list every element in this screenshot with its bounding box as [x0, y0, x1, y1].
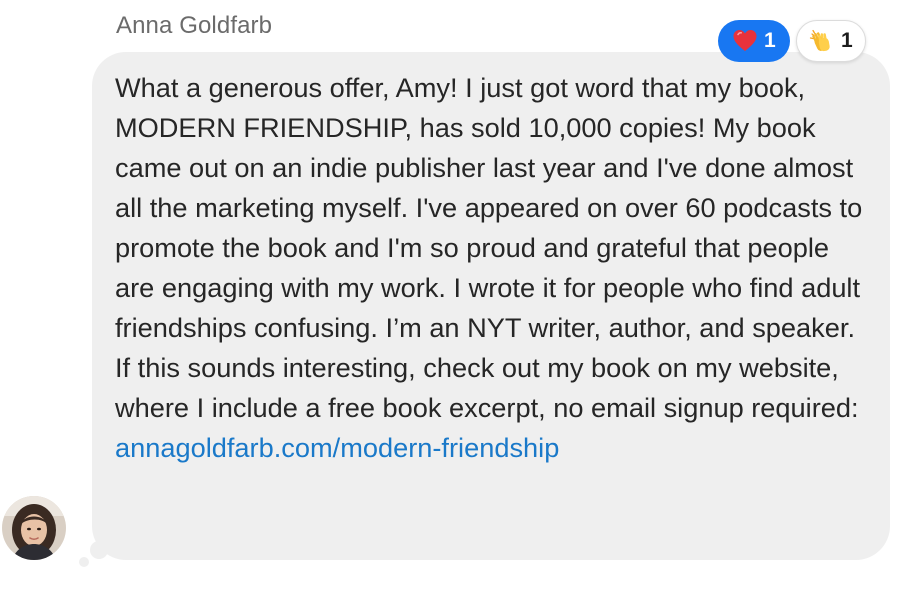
message-text: What a generous offer, Amy! I just got w…: [115, 72, 863, 423]
message-bubble[interactable]: What a generous offer, Amy! I just got w…: [92, 52, 890, 560]
heart-reaction[interactable]: 1: [718, 20, 790, 62]
clap-reaction-count: 1: [841, 29, 853, 52]
clapping-hands-icon: [809, 28, 835, 54]
heart-icon: [732, 28, 758, 54]
message-link[interactable]: annagoldfarb.com/modern-friendship: [115, 428, 866, 468]
avatar[interactable]: [2, 496, 66, 560]
sender-name[interactable]: Anna Goldfarb: [116, 12, 272, 40]
chat-message: Anna Goldfarb What a generous offer, Amy…: [0, 0, 920, 592]
heart-reaction-count: 1: [764, 29, 776, 52]
bubble-tail-small: [79, 557, 89, 567]
clap-reaction[interactable]: 1: [796, 20, 866, 62]
